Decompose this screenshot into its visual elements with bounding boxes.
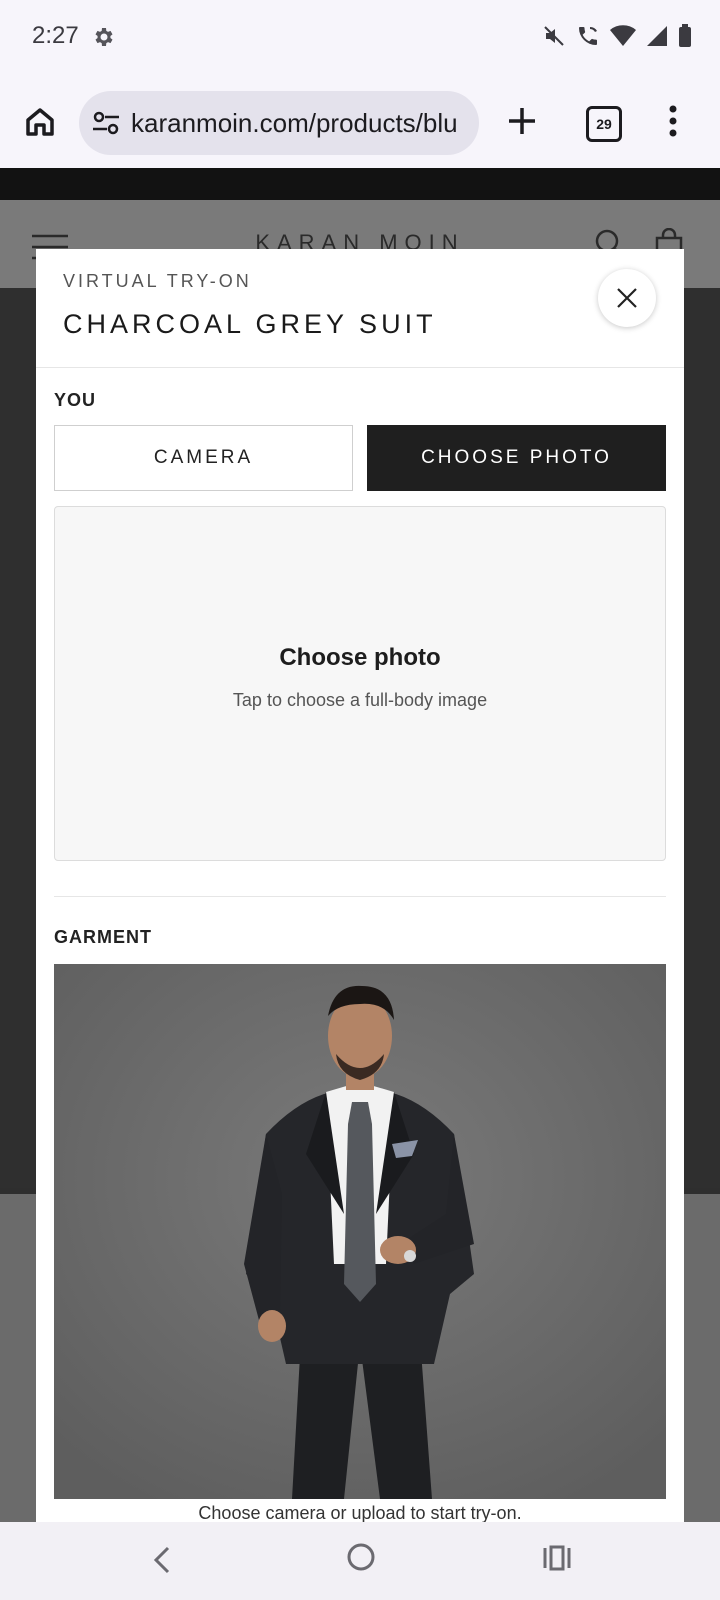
- dropzone-title: Choose photo: [279, 644, 441, 671]
- home-button[interactable]: [20, 102, 60, 142]
- virtual-try-on-modal: VIRTUAL TRY-ON CHARCOAL GREY SUIT YOU CA…: [36, 249, 684, 1522]
- dropzone-subtitle: Tap to choose a full-body image: [232, 690, 488, 710]
- modal-eyebrow: VIRTUAL TRY-ON: [63, 271, 252, 291]
- plus-icon: [509, 108, 535, 134]
- close-icon: [617, 288, 637, 308]
- you-section-label: YOU: [54, 390, 97, 410]
- wifi-icon: [610, 25, 636, 52]
- signal-icon: [646, 25, 668, 52]
- more-options-icon[interactable]: [668, 104, 678, 143]
- modal-title: CHARCOAL GREY SUIT: [63, 309, 437, 339]
- section-divider: [54, 896, 666, 897]
- battery-icon: [678, 24, 692, 53]
- close-button[interactable]: [598, 269, 656, 327]
- choose-photo-button[interactable]: CHOOSE PHOTO: [367, 425, 666, 491]
- recents-icon[interactable]: [542, 1544, 572, 1577]
- camera-button[interactable]: CAMERA: [54, 425, 353, 491]
- back-icon[interactable]: [150, 1544, 174, 1581]
- address-bar[interactable]: karanmoin.com/products/blu: [79, 91, 479, 155]
- tab-switcher-button[interactable]: 29: [586, 106, 622, 142]
- status-time: 2:27: [32, 22, 79, 49]
- garment-image: [54, 964, 666, 1499]
- new-tab-button[interactable]: [505, 104, 539, 143]
- announcement-bar: [0, 168, 720, 200]
- header-divider: [36, 367, 684, 368]
- wifi-call-icon: [576, 24, 600, 53]
- garment-section-label: GARMENT: [54, 927, 152, 947]
- browser-toolbar: karanmoin.com/products/blu 29: [0, 76, 720, 168]
- home-icon: [26, 108, 54, 136]
- settings-icon: [91, 25, 115, 54]
- site-settings-icon[interactable]: [91, 109, 121, 142]
- status-bar: 2:27: [0, 0, 720, 76]
- photo-dropzone[interactable]: Choose photo Tap to choose a full-body i…: [54, 506, 666, 861]
- mute-icon: [542, 24, 566, 53]
- url-text[interactable]: karanmoin.com/products/blu: [131, 108, 471, 139]
- system-nav-bar: [0, 1522, 720, 1600]
- home-nav-icon[interactable]: [346, 1542, 376, 1577]
- try-on-hint: Choose camera or upload to start try-on.: [198, 1503, 522, 1522]
